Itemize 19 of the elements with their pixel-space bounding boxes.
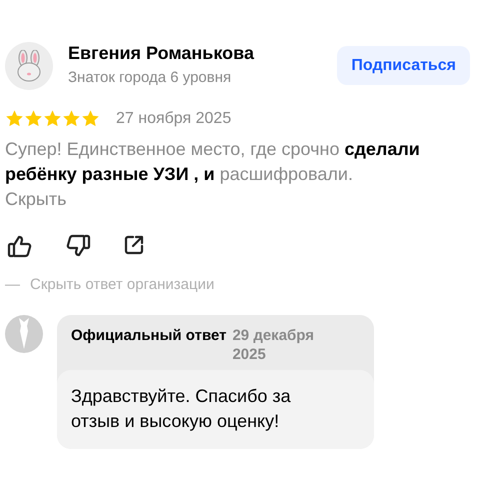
star-icon [5,109,24,128]
subscribe-button[interactable]: Подписаться [337,46,470,85]
collapse-link[interactable]: Скрыть [5,187,66,212]
review-date: 27 ноября 2025 [116,110,232,128]
review-text: Супер! Единственное место, где срочно сделали ребёнку разные УЗИ , и расшифровали. [5,138,421,186]
star-icon [62,109,81,128]
author-name[interactable]: Евгения Романькова [68,43,338,64]
dash-mark: — [5,276,20,293]
author-level: Знаток города 6 уровня [68,69,232,86]
reply-text: Здравствуйте. Спасибо за отзыв и высокую оценку! [57,370,374,449]
thumbs-up-icon[interactable] [7,234,33,258]
organization-avatar [5,315,43,353]
share-icon[interactable] [123,234,145,256]
thumbs-down-icon[interactable] [65,234,91,258]
star-icon [43,109,62,128]
reply-date: 29 декабря 2025 [232,326,316,364]
star-icon [24,109,43,128]
star-icon [81,109,100,128]
reply-title: Официальный ответ [71,327,226,344]
